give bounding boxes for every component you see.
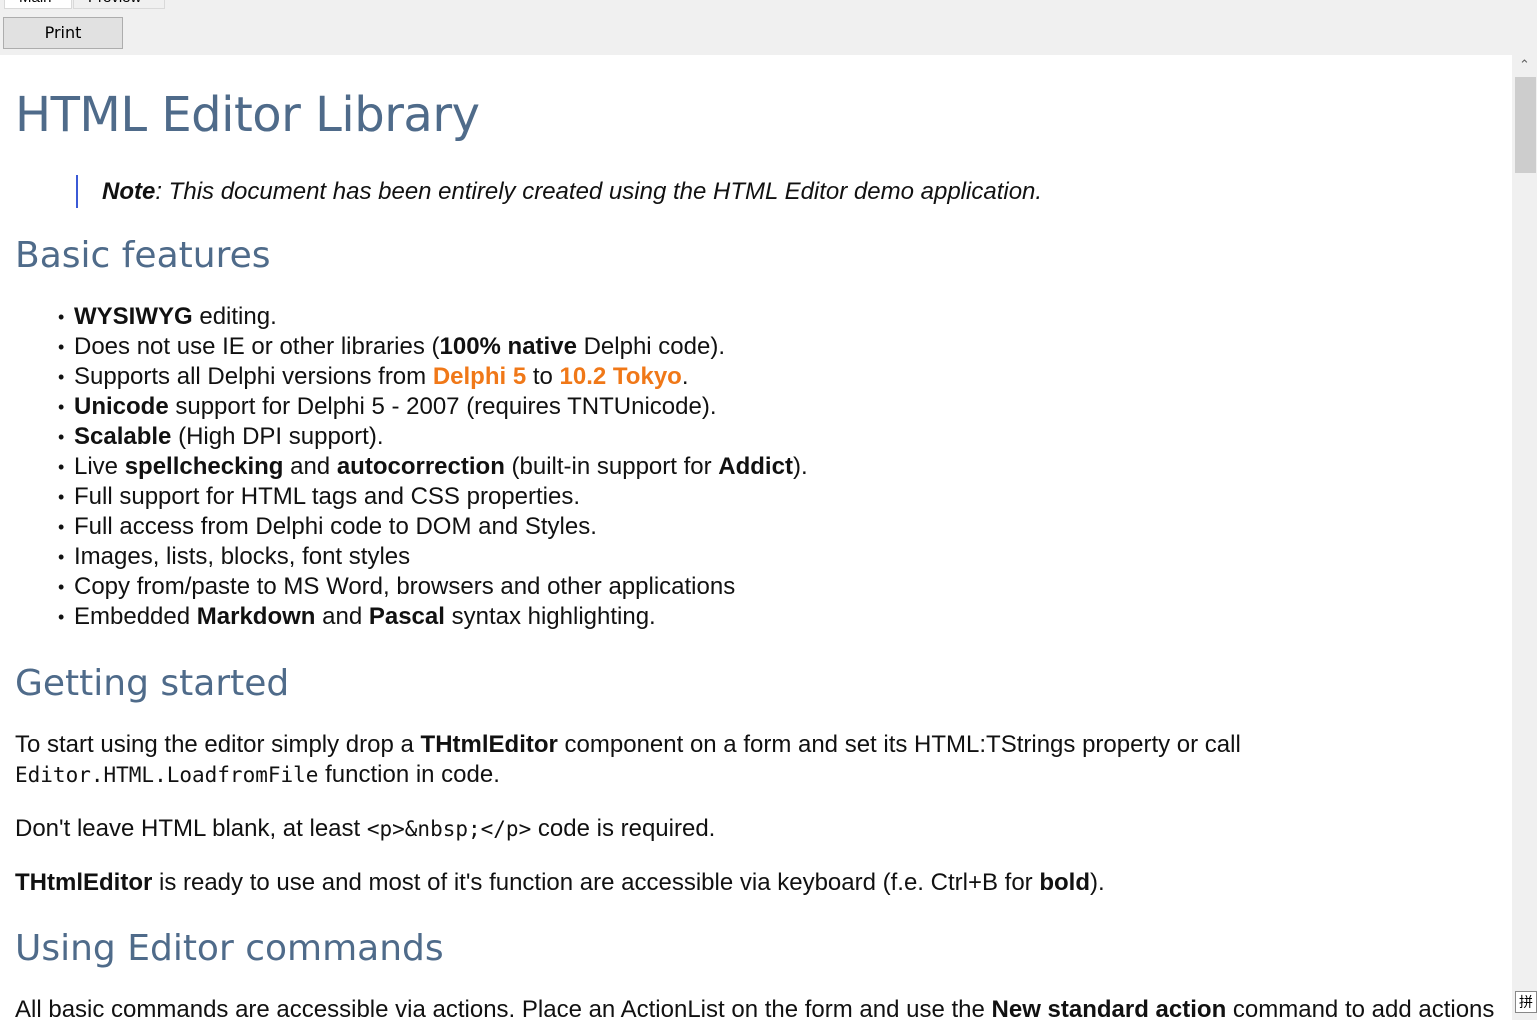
bullet-icon: • xyxy=(58,427,65,447)
print-button[interactable]: Print xyxy=(3,17,123,49)
item-highlight: 10.2 Tokyo xyxy=(559,363,682,390)
item-bold: Markdown xyxy=(196,603,316,630)
scroll-thumb[interactable] xyxy=(1515,77,1536,173)
item-text: (High DPI support). xyxy=(171,423,384,450)
features-list: • WYSIWYG editing. • Does not use IE or ot… xyxy=(58,302,808,632)
paragraph-actions: All basic commands are accessible via ac… xyxy=(15,995,1494,1020)
para-text: function in code. xyxy=(318,761,500,788)
bullet-icon: • xyxy=(58,517,65,537)
item-text: Embedded xyxy=(74,603,197,630)
item-text: Supports all Delphi versions from xyxy=(74,363,433,390)
item-bold: Addict xyxy=(718,453,793,480)
para-bold: THtmlEditor xyxy=(420,731,558,758)
item-text: Full support for HTML tags and CSS prope… xyxy=(74,483,580,510)
item-bold: Unicode xyxy=(74,393,169,420)
paragraph-ready: THtmlEditor is ready to use and most of … xyxy=(15,868,1105,898)
heading-using-commands: Using Editor commands xyxy=(15,928,444,969)
inline-code: <p>&nbsp;</p> xyxy=(366,817,532,841)
item-bold: 100% native xyxy=(439,333,577,360)
item-bold: spellchecking xyxy=(124,453,284,480)
vertical-scrollbar[interactable]: ⌃ xyxy=(1512,55,1537,1020)
list-item: • Does not use IE or other libraries (100… xyxy=(58,332,808,362)
heading-basic-features: Basic features xyxy=(15,235,271,276)
item-text: Full access from Delphi code to DOM and … xyxy=(74,513,597,540)
item-bold: Scalable xyxy=(74,423,172,450)
list-item: • Images, lists, blocks, font styles xyxy=(58,542,808,572)
heading-getting-started: Getting started xyxy=(15,663,290,704)
para-bold: bold xyxy=(1039,869,1090,896)
para-text: All basic commands are accessible via ac… xyxy=(15,996,992,1020)
scroll-up-icon[interactable]: ⌃ xyxy=(1512,55,1537,75)
para-text: component on a form and set its HTML:TSt… xyxy=(557,731,1241,758)
para-text: is ready to use and most of it's functio… xyxy=(152,869,1040,896)
item-text: syntax highlighting. xyxy=(444,603,656,630)
bullet-icon: • xyxy=(58,607,65,627)
item-text: and xyxy=(283,453,337,480)
para-text: To start using the editor simply drop a xyxy=(15,731,421,758)
para-text: code is required. xyxy=(531,815,716,842)
list-item: • Supports all Delphi versions from Delph… xyxy=(58,362,808,392)
item-text: Images, lists, blocks, font styles xyxy=(74,543,411,570)
item-text: Delphi code). xyxy=(576,333,725,360)
bullet-icon: • xyxy=(58,367,65,387)
tab-preview[interactable]: Preview xyxy=(73,0,165,9)
paragraph-start: To start using the editor simply drop a … xyxy=(15,730,1241,790)
item-text: editing. xyxy=(192,303,277,330)
item-text: (built-in support for xyxy=(504,453,719,480)
tab-strip: Main Preview xyxy=(0,0,1537,12)
list-item: • Full access from Delphi code to DOM and… xyxy=(58,512,808,542)
note-text: : This document has been entirely create… xyxy=(155,178,1043,205)
item-text: Copy from/paste to MS Word, browsers and… xyxy=(74,573,736,600)
page-title: HTML Editor Library xyxy=(15,87,480,143)
list-item: • Embedded Markdown and Pascal syntax hig… xyxy=(58,602,808,632)
paragraph-blank-html: Don't leave HTML blank, at least <p>&nbs… xyxy=(15,814,715,844)
bullet-icon: • xyxy=(58,307,65,327)
ime-indicator-icon[interactable]: 拼 xyxy=(1515,991,1537,1013)
list-item: • WYSIWYG editing. xyxy=(58,302,808,332)
tab-main[interactable]: Main xyxy=(4,0,72,9)
para-text: ). xyxy=(1089,869,1105,896)
item-text: Does not use IE or other libraries ( xyxy=(74,333,440,360)
para-bold: THtmlEditor xyxy=(15,869,153,896)
item-highlight: Delphi 5 xyxy=(432,363,527,390)
list-item: • Full support for HTML tags and CSS prop… xyxy=(58,482,808,512)
list-item: • Copy from/paste to MS Word, browsers an… xyxy=(58,572,808,602)
bullet-icon: • xyxy=(58,577,65,597)
item-bold: WYSIWYG xyxy=(74,303,193,330)
bullet-icon: • xyxy=(58,397,65,417)
item-text: to xyxy=(526,363,560,390)
item-bold: Pascal xyxy=(368,603,445,630)
note-blockquote: Note: This document has been entirely cr… xyxy=(76,175,1042,208)
note-label: Note xyxy=(102,178,156,205)
para-text: command to add actions xyxy=(1226,996,1495,1020)
list-item: • Unicode support for Delphi 5 - 2007 (re… xyxy=(58,392,808,422)
editor-document[interactable]: HTML Editor Library Note: This document … xyxy=(0,55,1512,1020)
item-text: Live xyxy=(74,453,125,480)
item-text: ). xyxy=(792,453,808,480)
item-text: . xyxy=(681,363,689,390)
bullet-icon: • xyxy=(58,487,65,507)
list-item: • Live spellchecking and autocorrection (… xyxy=(58,452,808,482)
para-text: Don't leave HTML blank, at least xyxy=(15,815,367,842)
bullet-icon: • xyxy=(58,547,65,567)
inline-code: Editor.HTML.LoadfromFile xyxy=(15,763,319,787)
para-bold: New standard action xyxy=(991,996,1227,1020)
item-bold: autocorrection xyxy=(336,453,505,480)
item-text: support for Delphi 5 - 2007 (requires TN… xyxy=(168,393,717,420)
bullet-icon: • xyxy=(58,337,65,357)
bullet-icon: • xyxy=(58,457,65,477)
item-text: and xyxy=(315,603,369,630)
list-item: • Scalable (High DPI support). xyxy=(58,422,808,452)
